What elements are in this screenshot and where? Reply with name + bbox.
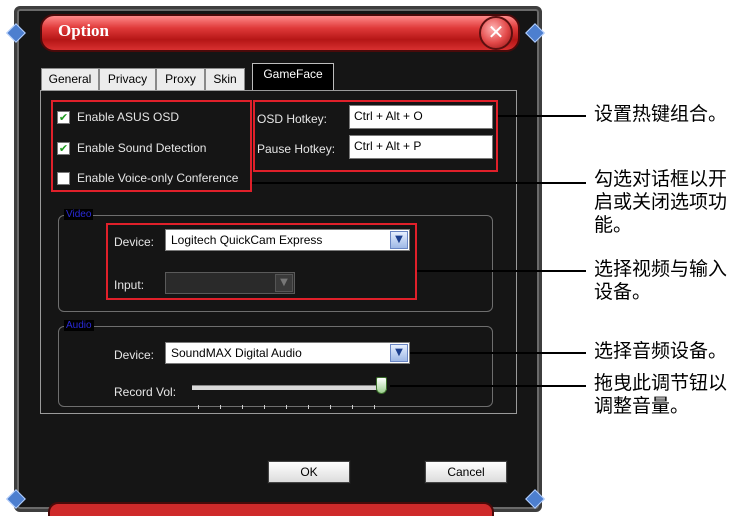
- tab-privacy[interactable]: Privacy: [99, 68, 156, 90]
- close-button[interactable]: ✕: [479, 16, 513, 50]
- hotkey-highlight: [253, 100, 498, 172]
- record-vol-label: Record Vol:: [114, 385, 177, 399]
- slider-tick: [264, 405, 265, 409]
- video-callout-line: [417, 270, 586, 272]
- audio-callout-line: [410, 352, 586, 354]
- audio-device-select[interactable]: SoundMAX Digital Audio: [165, 342, 410, 364]
- tab-proxy[interactable]: Proxy: [156, 68, 205, 90]
- slider-tick: [308, 405, 309, 409]
- checkbox-callout-line3: 能。: [594, 214, 633, 236]
- tab-general[interactable]: General: [41, 68, 99, 90]
- volume-callout-line1: 拖曳此调节钮以: [594, 372, 728, 394]
- slider-tick: [242, 405, 243, 409]
- cancel-button[interactable]: Cancel: [424, 460, 508, 484]
- volume-callout-line: [390, 385, 586, 387]
- video-highlight: [106, 223, 417, 300]
- bottom-bar: [48, 502, 494, 516]
- video-group-title: Video: [64, 209, 94, 220]
- window-title: Option: [58, 21, 110, 40]
- audio-callout: 选择音频设备。: [594, 340, 728, 362]
- tab-gameface[interactable]: GameFace: [252, 63, 334, 91]
- audio-device-label: Device:: [114, 348, 155, 362]
- video-callout-line2: 设备。: [594, 281, 652, 303]
- volume-callout-line2: 调整音量。: [594, 395, 690, 417]
- audio-group-title: Audio: [64, 320, 94, 331]
- checkbox-highlight: [51, 100, 252, 192]
- audio-device-value: SoundMAX Digital Audio: [171, 346, 302, 360]
- video-callout-line1: 选择视频与输入: [594, 258, 728, 280]
- title-bar[interactable]: [40, 14, 520, 52]
- volume-slider-track[interactable]: [192, 385, 387, 390]
- checkbox-callout-line2: 启或关闭选项功: [594, 191, 728, 213]
- hotkey-callout-line: [498, 115, 586, 117]
- slider-tick: [198, 405, 199, 409]
- slider-tick: [286, 405, 287, 409]
- slider-tick: [374, 405, 375, 409]
- hotkey-callout: 设置热键组合。: [594, 103, 728, 125]
- checkbox-callout-line1: 勾选对话框以开: [594, 168, 728, 190]
- volume-slider-thumb[interactable]: [376, 377, 387, 394]
- chevron-down-icon[interactable]: ▼: [390, 344, 408, 362]
- slider-tick: [352, 405, 353, 409]
- close-icon: ✕: [487, 20, 505, 44]
- ok-button[interactable]: OK: [267, 460, 351, 484]
- tab-skin[interactable]: Skin: [205, 68, 245, 90]
- checkbox-callout-line: [252, 182, 586, 184]
- slider-tick: [330, 405, 331, 409]
- slider-tick: [220, 405, 221, 409]
